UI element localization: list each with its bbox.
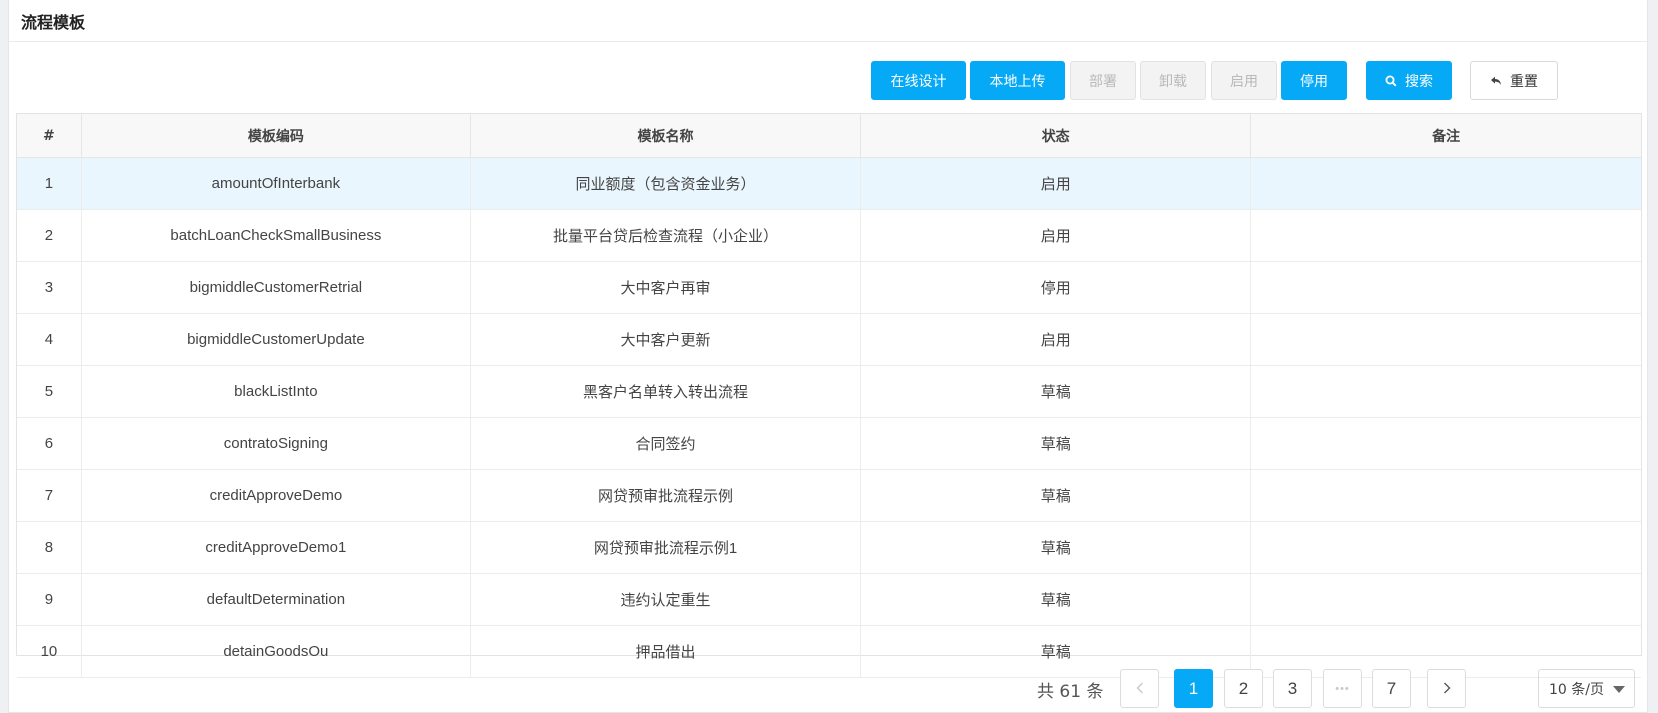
table-row[interactable]: 6 contratoSigning 合同签约 草稿: [17, 417, 1641, 470]
caret-down-icon: [1613, 686, 1625, 693]
table-row[interactable]: 4 bigmiddleCustomerUpdate 大中客户更新 启用: [17, 313, 1641, 366]
search-icon: [1385, 75, 1397, 87]
cell-status: 草稿: [860, 417, 1252, 470]
cell-code: amountOfInterbank: [81, 157, 471, 210]
cell-remark: [1250, 417, 1641, 470]
cell-index: 8: [17, 521, 82, 574]
cell-status: 启用: [860, 209, 1252, 262]
cell-remark: [1250, 313, 1641, 366]
page-ellipsis[interactable]: •••: [1323, 669, 1362, 708]
cell-name: 批量平台贷后检查流程（小企业）: [470, 209, 862, 262]
online-design-button[interactable]: 在线设计: [871, 61, 966, 100]
cell-status: 草稿: [860, 469, 1252, 522]
cell-index: 9: [17, 573, 82, 626]
chevron-right-icon: [1443, 679, 1451, 699]
search-button-label: 搜索: [1405, 73, 1433, 90]
page-size-select[interactable]: 10 条/页: [1538, 669, 1635, 708]
column-header-remark[interactable]: 备注: [1250, 114, 1641, 158]
cell-status: 停用: [860, 261, 1252, 314]
card-header: 流程模板: [9, 0, 1647, 42]
cell-remark: [1250, 261, 1641, 314]
cell-status: 草稿: [860, 573, 1252, 626]
table-row[interactable]: 2 batchLoanCheckSmallBusiness 批量平台贷后检查流程…: [17, 209, 1641, 262]
pagination: 共 61 条 1 2 3 ••• 7 10 条/页: [1035, 669, 1635, 709]
cell-index: 2: [17, 209, 82, 262]
next-page-button[interactable]: [1427, 669, 1466, 708]
cell-status: 草稿: [860, 365, 1252, 418]
cell-code: defaultDetermination: [81, 573, 471, 626]
search-button[interactable]: 搜索: [1366, 61, 1452, 100]
local-upload-button[interactable]: 本地上传: [970, 61, 1065, 100]
cell-index: 1: [17, 157, 82, 210]
cell-remark: [1250, 521, 1641, 574]
cell-code: detainGoodsOu: [81, 625, 471, 678]
cell-index: 4: [17, 313, 82, 366]
cell-code: bigmiddleCustomerUpdate: [81, 313, 471, 366]
cell-index: 3: [17, 261, 82, 314]
page-title: 流程模板: [21, 12, 86, 32]
cell-status: 启用: [860, 157, 1252, 210]
cell-status: 草稿: [860, 521, 1252, 574]
table-row[interactable]: 1 amountOfInterbank 同业额度（包含资金业务） 启用: [17, 157, 1641, 210]
reset-button-label: 重置: [1510, 73, 1538, 90]
enable-button[interactable]: 启用: [1211, 61, 1277, 100]
template-table: # 模板编码 模板名称 状态 备注 1 amountOfInterbank 同业…: [16, 113, 1642, 678]
toolbar: 在线设计 本地上传 部署 卸载 启用 停用 搜索 重置: [9, 61, 1647, 101]
page-button-1[interactable]: 1: [1174, 669, 1213, 708]
column-header-code[interactable]: 模板编码: [81, 114, 471, 158]
cell-remark: [1250, 469, 1641, 522]
process-template-card: 流程模板 在线设计 本地上传 部署 卸载 启用 停用 搜索 重置 # 模板编码 …: [8, 0, 1648, 713]
column-header-index: #: [17, 114, 82, 158]
deploy-button[interactable]: 部署: [1070, 61, 1136, 100]
cell-code: creditApproveDemo1: [81, 521, 471, 574]
cell-remark: [1250, 209, 1641, 262]
reset-button[interactable]: 重置: [1470, 61, 1558, 100]
page-button-2[interactable]: 2: [1224, 669, 1263, 708]
cell-name: 押品借出: [470, 625, 862, 678]
cell-code: batchLoanCheckSmallBusiness: [81, 209, 471, 262]
cell-name: 大中客户更新: [470, 313, 862, 366]
page-button-3[interactable]: 3: [1273, 669, 1312, 708]
disable-button[interactable]: 停用: [1281, 61, 1347, 100]
undo-arrow-icon: [1490, 76, 1502, 86]
cell-name: 网贷预审批流程示例: [470, 469, 862, 522]
cell-index: 6: [17, 417, 82, 470]
uninstall-button[interactable]: 卸载: [1140, 61, 1206, 100]
table-row[interactable]: 7 creditApproveDemo 网贷预审批流程示例 草稿: [17, 469, 1641, 522]
total-count: 共 61 条: [1037, 681, 1104, 702]
column-header-name[interactable]: 模板名称: [470, 114, 862, 158]
cell-name: 大中客户再审: [470, 261, 862, 314]
cell-name: 网贷预审批流程示例1: [470, 521, 862, 574]
chevron-left-icon: [1136, 679, 1144, 699]
table-row[interactable]: 5 blackListInto 黑客户名单转入转出流程 草稿: [17, 365, 1641, 418]
cell-remark: [1250, 573, 1641, 626]
table-row[interactable]: 8 creditApproveDemo1 网贷预审批流程示例1 草稿: [17, 521, 1641, 574]
cell-code: creditApproveDemo: [81, 469, 471, 522]
cell-remark: [1250, 365, 1641, 418]
cell-code: contratoSigning: [81, 417, 471, 470]
cell-status: 启用: [860, 313, 1252, 366]
cell-name: 合同签约: [470, 417, 862, 470]
prev-page-button[interactable]: [1120, 669, 1159, 708]
column-header-status[interactable]: 状态: [860, 114, 1252, 158]
cell-code: blackListInto: [81, 365, 471, 418]
cell-index: 5: [17, 365, 82, 418]
page-size-value: 10 条/页: [1549, 681, 1604, 698]
table-row[interactable]: 3 bigmiddleCustomerRetrial 大中客户再审 停用: [17, 261, 1641, 314]
table-header-row: # 模板编码 模板名称 状态 备注: [17, 114, 1641, 158]
cell-code: bigmiddleCustomerRetrial: [81, 261, 471, 314]
table-row[interactable]: 9 defaultDetermination 违约认定重生 草稿: [17, 573, 1641, 626]
cell-index: 10: [17, 625, 82, 678]
cell-name: 违约认定重生: [470, 573, 862, 626]
page-button-7[interactable]: 7: [1372, 669, 1411, 708]
cell-index: 7: [17, 469, 82, 522]
cell-name: 同业额度（包含资金业务）: [470, 157, 862, 210]
cell-name: 黑客户名单转入转出流程: [470, 365, 862, 418]
cell-remark: [1250, 157, 1641, 210]
